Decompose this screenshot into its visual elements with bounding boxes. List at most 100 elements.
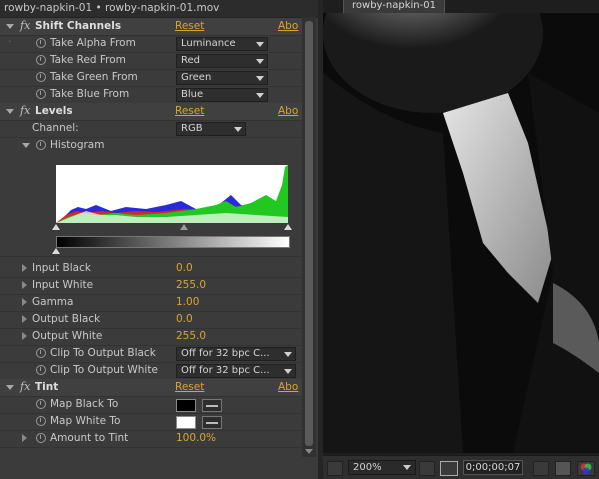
property-label: Gamma bbox=[32, 296, 74, 308]
output-white-value[interactable]: 255.0 bbox=[176, 330, 206, 342]
expand-triangle-icon[interactable] bbox=[22, 298, 27, 306]
effect-tint[interactable]: fx Tint Reset Abo bbox=[0, 379, 302, 397]
effect-controls-panel: rowby-napkin-01 • rowby-napkin-01.mov fx… bbox=[0, 0, 318, 479]
property-label: Output Black bbox=[32, 313, 101, 325]
histogram-graph[interactable] bbox=[56, 165, 288, 223]
input-white-value[interactable]: 255.0 bbox=[176, 279, 206, 291]
property-row: Take Green From Green bbox=[0, 69, 302, 87]
output-black-value[interactable]: 0.0 bbox=[176, 313, 193, 325]
timecode-display[interactable]: 0;00;00;07 bbox=[463, 460, 523, 475]
fx-icon[interactable]: fx bbox=[20, 380, 30, 393]
effect-name: Tint bbox=[35, 381, 59, 393]
snapshot-icon[interactable] bbox=[533, 461, 549, 476]
property-label: Output White bbox=[32, 330, 103, 342]
collapse-triangle-icon[interactable] bbox=[6, 385, 14, 390]
composition-panel: rowby-napkin-01 200% 0;00;00;07 bbox=[323, 0, 599, 479]
stopwatch-icon[interactable] bbox=[36, 399, 46, 409]
reset-button[interactable]: Reset bbox=[175, 20, 204, 32]
stopwatch-icon[interactable] bbox=[36, 365, 46, 375]
expand-triangle-icon[interactable] bbox=[22, 434, 27, 442]
scrollbar-thumb[interactable] bbox=[305, 21, 313, 446]
input-black-value[interactable]: 0.0 bbox=[176, 262, 193, 274]
effect-levels[interactable]: fx Levels Reset Abo bbox=[0, 103, 302, 121]
dropdown-arrow-icon bbox=[256, 42, 264, 47]
take-alpha-dropdown[interactable]: Luminance bbox=[176, 37, 268, 51]
gamma-value[interactable]: 1.00 bbox=[176, 296, 199, 308]
stopwatch-icon[interactable] bbox=[36, 89, 46, 99]
expand-triangle-icon[interactable] bbox=[22, 281, 27, 289]
property-row: Clip To Output Black Off for 32 bpc C... bbox=[0, 345, 302, 363]
property-label: Clip To Output White bbox=[50, 364, 158, 376]
clip-black-dropdown[interactable]: Off for 32 bpc C... bbox=[176, 347, 296, 361]
region-of-interest-icon[interactable] bbox=[440, 461, 458, 476]
effect-name: Levels bbox=[35, 105, 73, 117]
stopwatch-icon[interactable] bbox=[36, 72, 46, 82]
vertical-scrollbar[interactable] bbox=[302, 17, 316, 457]
panel-title-bar: rowby-napkin-01 • rowby-napkin-01.mov bbox=[0, 0, 318, 18]
map-black-swatch[interactable] bbox=[176, 399, 196, 412]
property-row: Output Black 0.0 bbox=[0, 311, 302, 329]
property-label: Clip To Output Black bbox=[50, 347, 156, 359]
channel-row: Channel: RGB bbox=[0, 120, 302, 138]
expand-triangle-icon[interactable] bbox=[22, 315, 27, 323]
reset-button[interactable]: Reset bbox=[175, 105, 204, 117]
property-label: Map Black To bbox=[50, 398, 119, 410]
stopwatch-icon[interactable] bbox=[36, 38, 46, 48]
property-row: · Take Alpha From Luminance bbox=[0, 35, 302, 53]
collapse-triangle-icon[interactable] bbox=[6, 109, 14, 114]
clip-white-dropdown[interactable]: Off for 32 bpc C... bbox=[176, 364, 296, 378]
eyedropper-icon[interactable] bbox=[202, 416, 222, 429]
dropdown-arrow-icon bbox=[234, 127, 242, 132]
property-label: Input White bbox=[32, 279, 94, 291]
dropdown-arrow-icon bbox=[256, 76, 264, 81]
dropdown-value: Red bbox=[181, 55, 200, 66]
stopwatch-icon[interactable] bbox=[36, 433, 46, 443]
channel-icon[interactable] bbox=[577, 461, 595, 476]
expand-triangle-icon[interactable] bbox=[22, 264, 27, 272]
dropdown-value: RGB bbox=[181, 123, 203, 134]
show-snapshot-icon[interactable] bbox=[555, 461, 571, 476]
take-red-dropdown[interactable]: Red bbox=[176, 54, 268, 68]
property-row: Input White 255.0 bbox=[0, 277, 302, 295]
effect-shift-channels[interactable]: fx Shift Channels Reset Abo bbox=[0, 18, 302, 36]
fx-icon[interactable]: fx bbox=[20, 19, 30, 32]
grid-icon[interactable] bbox=[419, 461, 435, 476]
reset-button[interactable]: Reset bbox=[175, 381, 204, 393]
property-label: Take Red From bbox=[50, 54, 126, 66]
panel-title: rowby-napkin-01 • rowby-napkin-01.mov bbox=[4, 2, 220, 14]
composition-tab[interactable]: rowby-napkin-01 bbox=[343, 0, 445, 14]
always-preview-icon[interactable] bbox=[327, 461, 343, 476]
composition-viewer[interactable] bbox=[323, 13, 599, 453]
take-green-dropdown[interactable]: Green bbox=[176, 71, 268, 85]
stopwatch-icon[interactable] bbox=[36, 140, 46, 150]
gamma-slider[interactable] bbox=[180, 224, 188, 230]
map-white-swatch[interactable] bbox=[176, 416, 196, 429]
property-row: Input Black 0.0 bbox=[0, 260, 302, 278]
channel-dropdown[interactable]: RGB bbox=[176, 122, 246, 136]
take-blue-dropdown[interactable]: Blue bbox=[176, 88, 268, 102]
dropdown-arrow-icon bbox=[403, 465, 411, 470]
about-link[interactable]: Abo bbox=[278, 20, 298, 32]
eyedropper-icon[interactable] bbox=[202, 399, 222, 412]
collapse-triangle-icon[interactable] bbox=[6, 24, 14, 29]
dropdown-value: Blue bbox=[181, 89, 204, 100]
collapse-triangle-icon[interactable] bbox=[22, 143, 30, 148]
about-link[interactable]: Abo bbox=[278, 105, 298, 117]
amount-to-tint-value[interactable]: 100.0% bbox=[176, 432, 216, 444]
input-black-slider[interactable] bbox=[52, 224, 60, 230]
input-white-slider[interactable] bbox=[284, 224, 292, 230]
scroll-down-arrow-icon[interactable] bbox=[305, 449, 313, 454]
property-label: Take Green From bbox=[50, 71, 138, 83]
stopwatch-icon[interactable] bbox=[36, 55, 46, 65]
about-link[interactable]: Abo bbox=[278, 381, 298, 393]
expand-triangle-icon[interactable] bbox=[22, 332, 27, 340]
stopwatch-icon[interactable] bbox=[36, 416, 46, 426]
fx-icon[interactable]: fx bbox=[20, 104, 30, 117]
dropdown-arrow-icon bbox=[256, 93, 264, 98]
property-row: Map Black To bbox=[0, 396, 302, 414]
dropdown-arrow-icon bbox=[284, 352, 292, 357]
dropdown-value: Off for 32 bpc C... bbox=[181, 348, 270, 359]
stopwatch-icon[interactable] bbox=[36, 348, 46, 358]
magnification-dropdown[interactable]: 200% bbox=[348, 460, 416, 475]
output-black-slider[interactable] bbox=[52, 248, 60, 254]
